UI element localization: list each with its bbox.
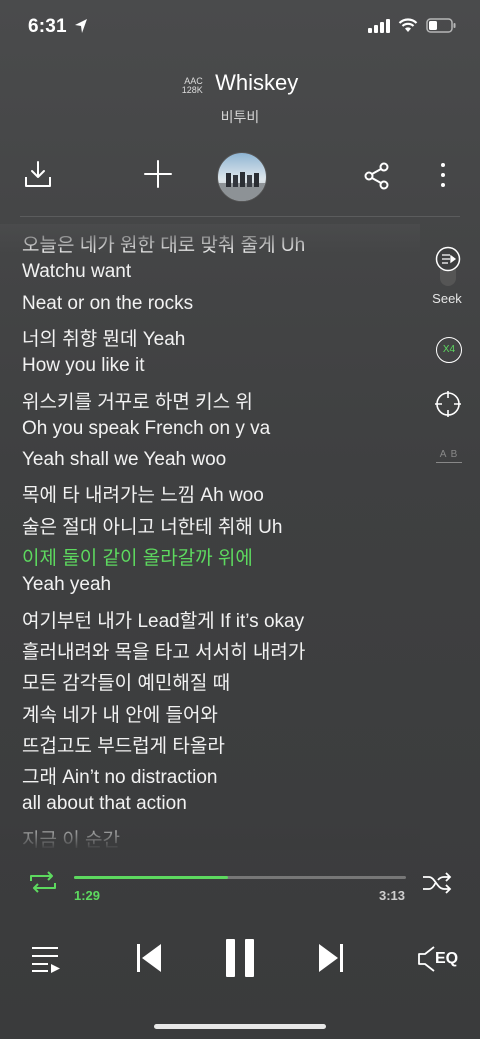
lyric-line-active[interactable]: 이제 둘이 같이 올라갈까 위에 (22, 543, 253, 570)
lyric-line[interactable]: Oh you speak French on y va (22, 418, 270, 440)
lyric-line[interactable]: 계속 네가 내 안에 들어와 (22, 700, 218, 727)
album-art-image (218, 172, 266, 201)
download-icon[interactable] (24, 160, 52, 188)
lyric-line[interactable]: Neat or on the rocks (22, 293, 193, 315)
progress-fill (74, 876, 228, 879)
crosshair-icon[interactable] (434, 390, 462, 418)
lyrics-fade-top (0, 224, 420, 254)
lyric-line[interactable]: How you like it (22, 355, 145, 377)
next-icon[interactable] (318, 942, 344, 974)
plus-icon[interactable] (144, 160, 172, 188)
ab-underline (436, 462, 462, 463)
location-arrow-icon (75, 19, 87, 33)
pause-icon[interactable] (224, 938, 256, 978)
lyric-line[interactable]: 목에 타 내려가는 느낌 Ah woo (22, 480, 264, 507)
lyrics-fade-bottom (0, 815, 420, 850)
share-icon[interactable] (364, 162, 390, 190)
lyrics-view[interactable]: 오늘은 네가 원한 대로 맞춰 줄게 UhWatchu wantNeat or … (22, 226, 412, 848)
seek-label[interactable]: Seek (426, 291, 468, 306)
lyric-line[interactable]: 술은 절대 아니고 너한테 취해 Uh (22, 512, 282, 539)
ab-repeat-button[interactable]: A B (436, 449, 462, 463)
codec-badge: AAC 128K (181, 76, 203, 95)
speed-x4-button[interactable]: X4 (436, 337, 462, 363)
lyric-line[interactable]: 그래 Ain’t no distraction (22, 762, 218, 789)
toolbar-divider (20, 216, 460, 217)
lyric-line[interactable]: Watchu want (22, 261, 131, 283)
signal-icon (368, 18, 390, 33)
eq-button[interactable]: EQ (418, 945, 462, 973)
status-icons (368, 18, 456, 33)
status-time: 6:31 (28, 16, 67, 37)
shuffle-icon[interactable] (422, 872, 452, 894)
speaker-icon (418, 946, 435, 972)
wifi-icon (398, 18, 418, 32)
battery-icon (426, 18, 456, 33)
seek-toggle-icon[interactable] (434, 246, 462, 288)
lyric-line[interactable]: 위스키를 거꾸로 하면 키스 위 (22, 387, 253, 414)
lyric-line[interactable]: 여기부턴 내가 Lead할게 If it’s okay (22, 606, 304, 633)
eq-label: EQ (435, 950, 459, 967)
artist-name[interactable]: 비투비 (0, 107, 480, 127)
more-icon[interactable] (439, 162, 447, 188)
playlist-icon[interactable] (30, 944, 62, 974)
lyric-line[interactable]: Yeah yeah (22, 574, 111, 596)
song-title: Whiskey (215, 70, 299, 95)
lyric-line[interactable]: all about that action (22, 793, 187, 815)
home-indicator[interactable] (154, 1024, 326, 1029)
lyric-line[interactable]: Yeah shall we Yeah woo (22, 449, 226, 471)
album-art[interactable] (217, 152, 267, 202)
repeat-icon[interactable] (28, 870, 58, 894)
lyric-line[interactable]: 너의 취향 뭔데 Yeah (22, 324, 185, 351)
current-time: 1:29 (74, 888, 101, 903)
song-header: AAC 128K Whiskey (0, 70, 480, 96)
lyric-line[interactable]: 뜨겁고도 부드럽게 타올라 (22, 731, 225, 758)
codec-bitrate: 128K (181, 84, 203, 95)
lyric-line[interactable]: 모든 감각들이 예민해질 때 (22, 668, 230, 695)
total-time: 3:13 (378, 888, 405, 903)
ab-repeat-label: A B (439, 449, 459, 460)
lyric-line[interactable]: 흘러내려와 목을 타고 서서히 내려가 (22, 637, 305, 664)
previous-icon[interactable] (136, 942, 162, 974)
